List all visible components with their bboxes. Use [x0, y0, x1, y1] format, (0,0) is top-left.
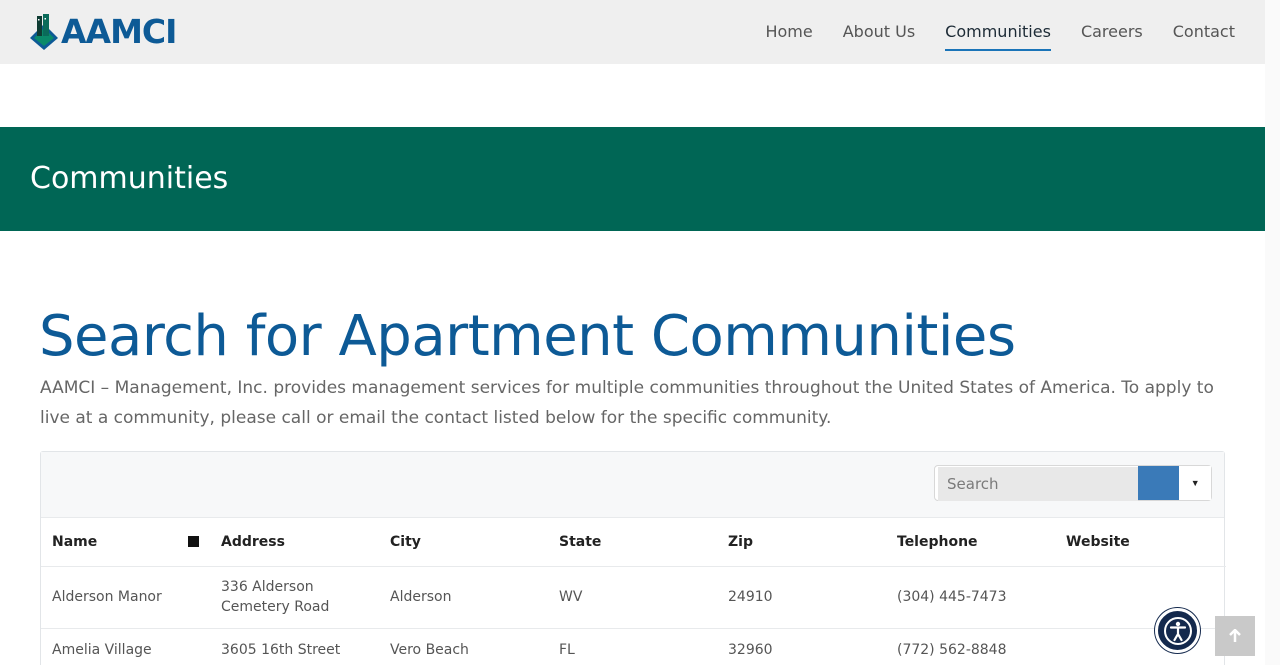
site-header: AAMCI Home About Us Communities Careers … — [0, 0, 1265, 64]
cell-address: 3605 16th Street — [221, 642, 341, 658]
column-header-telephone[interactable]: Telephone — [886, 518, 1055, 566]
search-button[interactable] — [1138, 466, 1180, 500]
page-title: Search for Apartment Communities — [39, 304, 1016, 369]
cell-website — [1055, 566, 1226, 628]
logo-text: AAMCI — [61, 12, 177, 51]
search-group: ▼ — [934, 465, 1212, 501]
nav-contact[interactable]: Contact — [1173, 20, 1235, 44]
table-row: Amelia Village 3605 16th Street Vero Bea… — [41, 628, 1226, 665]
search-input[interactable] — [938, 467, 1138, 501]
communities-table-card: ▼ Name Address City State Zip Telephone … — [40, 451, 1226, 665]
communities-table: Name Address City State Zip Telephone We… — [41, 518, 1226, 665]
column-header-name[interactable]: Name — [41, 518, 210, 566]
cell-name: Alderson Manor — [52, 589, 162, 605]
cell-telephone: (304) 445-7473 — [897, 589, 1007, 605]
accessibility-icon — [1163, 616, 1192, 645]
column-header-city[interactable]: City — [379, 518, 548, 566]
table-header-row: Name Address City State Zip Telephone We… — [41, 518, 1226, 566]
logo[interactable]: AAMCI — [29, 12, 177, 51]
cell-state: FL — [559, 642, 575, 658]
caret-down-icon: ▼ — [1190, 478, 1200, 488]
cell-address: 336 Alderson Cemetery Road — [221, 579, 330, 615]
main-nav: Home About Us Communities Careers Contac… — [765, 0, 1235, 64]
nav-about-us[interactable]: About Us — [843, 20, 915, 44]
sort-icon[interactable] — [188, 535, 199, 547]
page-scrollbar[interactable] — [1265, 0, 1280, 665]
column-header-address[interactable]: Address — [210, 518, 379, 566]
cell-website — [1055, 628, 1226, 665]
nav-communities[interactable]: Communities — [945, 20, 1051, 51]
columns-dropdown-button[interactable]: ▼ — [1179, 466, 1211, 500]
cell-state: WV — [559, 589, 583, 605]
column-label: Name — [52, 533, 98, 550]
logo-mark-icon — [30, 14, 58, 50]
nav-home[interactable]: Home — [765, 20, 812, 44]
page-banner: Communities — [0, 127, 1265, 231]
cell-city: Vero Beach — [390, 642, 469, 658]
accessibility-button[interactable] — [1155, 608, 1200, 653]
column-header-zip[interactable]: Zip — [717, 518, 886, 566]
table-row: Alderson Manor 336 Alderson Cemetery Roa… — [41, 566, 1226, 628]
cell-zip: 24910 — [728, 589, 773, 605]
nav-careers[interactable]: Careers — [1081, 20, 1143, 44]
cell-name: Amelia Village — [52, 642, 152, 658]
table-toolbar: ▼ — [41, 452, 1224, 518]
cell-telephone: (772) 562-8848 — [897, 642, 1007, 658]
intro-text: AAMCI – Management, Inc. provides manage… — [40, 378, 1214, 428]
arrow-up-icon — [1229, 629, 1241, 642]
column-header-state[interactable]: State — [548, 518, 717, 566]
column-header-website[interactable]: Website — [1055, 518, 1226, 566]
cell-city: Alderson — [390, 589, 452, 605]
cell-zip: 32960 — [728, 642, 773, 658]
banner-title: Communities — [30, 161, 229, 196]
back-to-top-button[interactable] — [1215, 616, 1255, 656]
